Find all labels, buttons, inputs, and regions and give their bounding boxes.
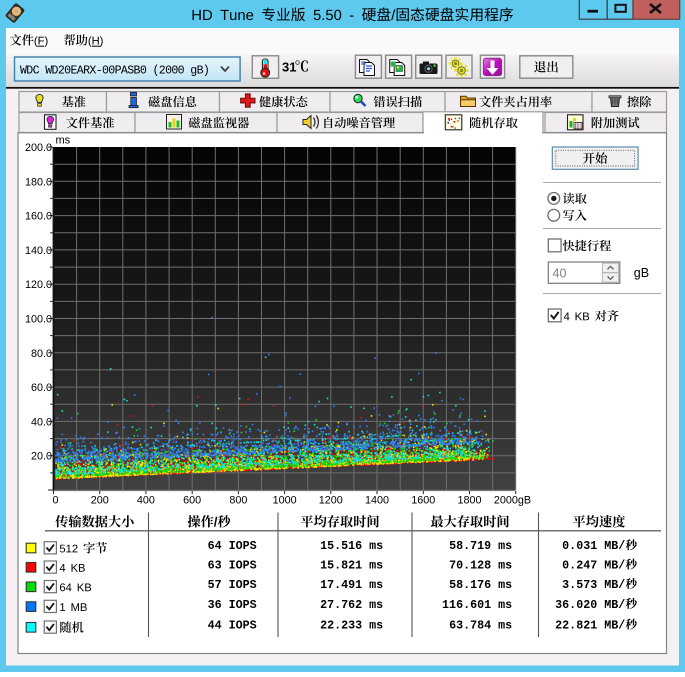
svg-text:64 IOPS: 64 IOPS <box>208 539 257 553</box>
svg-text:1200: 1200 <box>319 495 343 507</box>
svg-text:WDC WD20EARX-00PASB0 (2000 gB): WDC WD20EARX-00PASB0 (2000 gB) <box>20 65 209 78</box>
svg-text:15.821 ms: 15.821 ms <box>320 559 383 573</box>
svg-text:400: 400 <box>137 495 155 507</box>
svg-text:120.0: 120.0 <box>25 279 52 291</box>
svg-text:1000: 1000 <box>273 495 297 507</box>
svg-text:gB: gB <box>634 266 649 280</box>
svg-text:140.0: 140.0 <box>25 245 52 257</box>
svg-text:1400: 1400 <box>365 495 389 507</box>
svg-text:27.762 ms: 27.762 ms <box>320 598 383 612</box>
svg-text:15.516 ms: 15.516 ms <box>320 539 383 553</box>
svg-text:1800: 1800 <box>457 495 481 507</box>
svg-text:31: 31 <box>282 60 296 75</box>
svg-text:116.601 ms: 116.601 ms <box>442 598 512 612</box>
svg-text:0.247 MB/: 0.247 MB/ <box>562 559 625 573</box>
svg-text:60.0: 60.0 <box>31 382 52 394</box>
svg-text:58.719 ms: 58.719 ms <box>449 539 512 553</box>
svg-text:36 IOPS: 36 IOPS <box>208 598 257 612</box>
svg-text:40: 40 <box>553 267 567 281</box>
svg-text:20.0: 20.0 <box>31 451 52 463</box>
svg-text:57 IOPS: 57 IOPS <box>208 578 257 592</box>
svg-text:800: 800 <box>229 495 247 507</box>
svg-text:36.020 MB/: 36.020 MB/ <box>555 598 625 612</box>
svg-text:80.0: 80.0 <box>31 348 52 360</box>
svg-text:0: 0 <box>52 495 58 507</box>
svg-text:3.573 MB/: 3.573 MB/ <box>562 578 625 592</box>
svg-text:44 IOPS: 44 IOPS <box>208 619 257 633</box>
svg-text:160.0: 160.0 <box>25 211 52 223</box>
svg-text:63.784 ms: 63.784 ms <box>449 619 512 633</box>
svg-text:ms: ms <box>56 135 71 147</box>
svg-text:100.0: 100.0 <box>25 314 52 326</box>
svg-text:200: 200 <box>91 495 109 507</box>
svg-text:0.031 MB/: 0.031 MB/ <box>562 539 625 553</box>
svg-text:600: 600 <box>183 495 201 507</box>
svg-text:17.491 ms: 17.491 ms <box>320 578 383 592</box>
svg-text:70.128 ms: 70.128 ms <box>449 559 512 573</box>
svg-text:200.0: 200.0 <box>25 142 52 154</box>
svg-text:22.821 MB/: 22.821 MB/ <box>555 619 625 633</box>
svg-text:180.0: 180.0 <box>25 176 52 188</box>
svg-text:40.0: 40.0 <box>31 416 52 428</box>
svg-text:58.176 ms: 58.176 ms <box>449 578 512 592</box>
svg-text:22.233 ms: 22.233 ms <box>320 619 383 633</box>
svg-text:2000gB: 2000gB <box>494 495 531 507</box>
svg-text:63 IOPS: 63 IOPS <box>208 559 257 573</box>
svg-text:1600: 1600 <box>411 495 435 507</box>
